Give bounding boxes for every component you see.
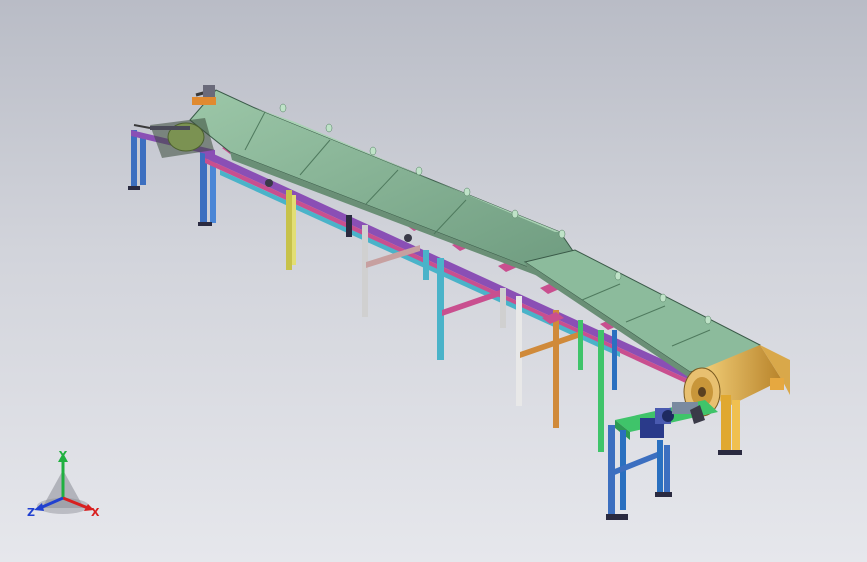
z-axis-label: Z — [27, 506, 35, 519]
drive-motor[interactable] — [615, 400, 718, 440]
drive-support-frame — [606, 425, 672, 520]
conveyor-belt[interactable] — [189, 89, 761, 385]
graphics-viewport[interactable]: Y X Z — [0, 0, 867, 562]
conveyor-model[interactable] — [0, 0, 867, 562]
y-axis-label: Y — [58, 449, 68, 462]
orientation-triad[interactable]: Y X Z — [22, 448, 112, 528]
side-rail — [205, 150, 690, 385]
x-axis-label: X — [91, 506, 100, 519]
tail-pulley-assembly[interactable] — [133, 85, 216, 158]
